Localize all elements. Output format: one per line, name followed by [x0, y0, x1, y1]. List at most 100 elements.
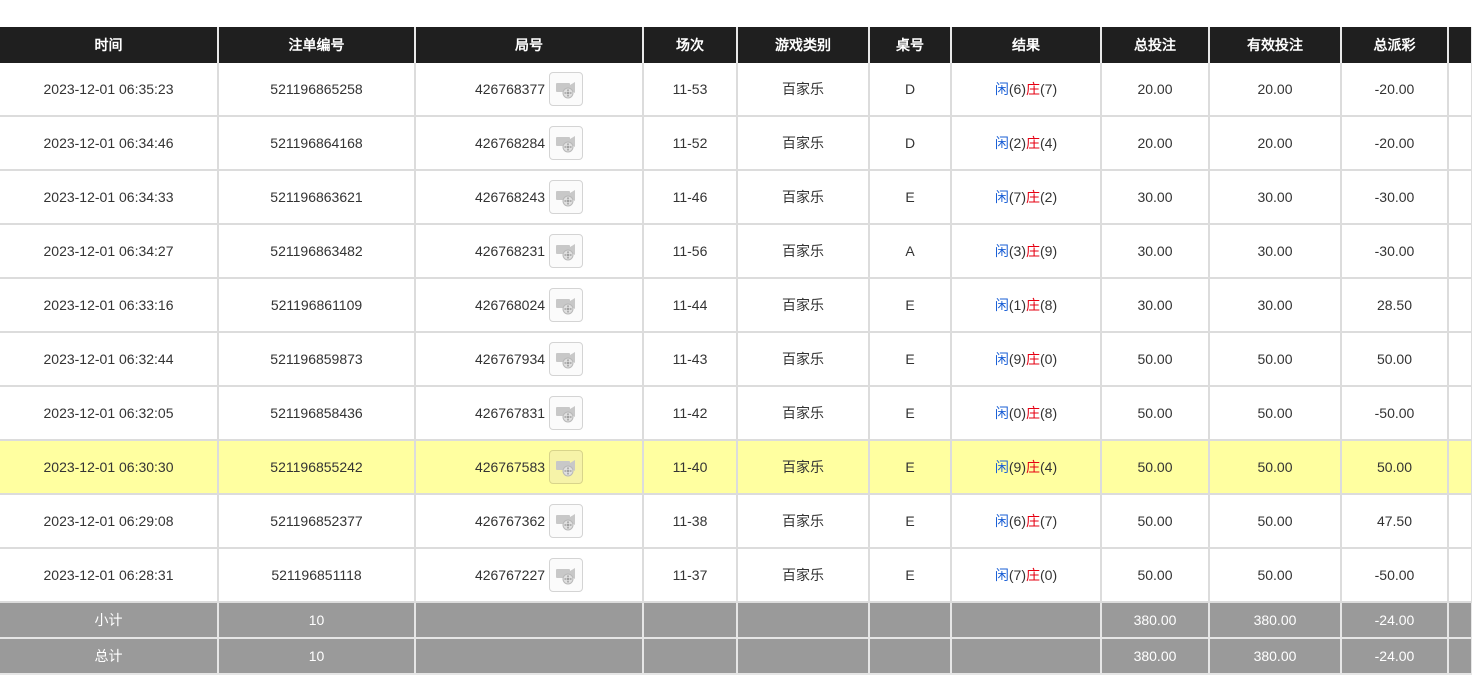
banker-label: 庄: [1026, 297, 1040, 313]
video-replay-icon[interactable]: [549, 450, 584, 484]
cell-payout: -50.00: [1341, 548, 1449, 603]
cell-game-no: 11-43: [643, 332, 738, 387]
cell-extra: [1448, 332, 1472, 387]
cell-bet-id: 521196864168: [218, 116, 416, 171]
cell-extra: [1448, 386, 1472, 441]
cell-payout: -30.00: [1341, 170, 1449, 225]
video-replay-icon[interactable]: [549, 504, 584, 538]
video-replay-icon[interactable]: [549, 180, 584, 214]
total-row: 总计 10 380.00 380.00 -24.00: [0, 638, 1472, 675]
video-replay-icon[interactable]: [549, 342, 584, 376]
cell-table: A: [869, 224, 952, 279]
cell-time: 2023-12-01 06:28:31: [0, 548, 219, 603]
player-label: 闲: [994, 459, 1009, 475]
cell-bet-id: 521196855242: [218, 440, 416, 495]
header-game-type: 游戏类别: [737, 27, 870, 63]
player-value: (1): [1008, 297, 1026, 313]
banker-label: 庄: [1026, 243, 1040, 259]
cell-game-no: 11-38: [643, 494, 738, 549]
cell-bet-id: 521196852377: [218, 494, 416, 549]
player-label: 闲: [994, 243, 1009, 259]
round-number: 426767227: [474, 567, 546, 583]
cell-time: 2023-12-01 06:30:30: [0, 440, 219, 495]
cell-table: E: [869, 332, 952, 387]
total-total-bet: 380.00: [1101, 638, 1210, 675]
banker-label: 庄: [1026, 81, 1040, 97]
cell-total-bet: 50.00: [1101, 548, 1210, 603]
cell-game-type: 百家乐: [737, 224, 870, 279]
cell-result: 闲(9)庄(4): [951, 440, 1102, 495]
banker-value: (8): [1040, 297, 1058, 313]
video-replay-icon[interactable]: [549, 396, 584, 430]
player-value: (7): [1008, 567, 1026, 583]
player-value: (6): [1008, 81, 1026, 97]
cell-round: 426767227: [415, 548, 644, 603]
cell-round: 426768377: [415, 63, 644, 117]
header-result: 结果: [951, 27, 1102, 63]
cell-extra: [1448, 548, 1472, 603]
cell-result: 闲(7)庄(0): [951, 548, 1102, 603]
banker-label: 庄: [1026, 567, 1040, 583]
cell-valid-bet: 50.00: [1209, 548, 1342, 603]
cell-table: D: [869, 116, 952, 171]
subtotal-total-bet: 380.00: [1101, 602, 1210, 639]
video-replay-icon[interactable]: [549, 126, 584, 160]
subtotal-label: 小计: [0, 602, 219, 639]
table-row: 2023-12-01 06:29:08 521196852377 426767362…: [0, 494, 1472, 549]
cell-valid-bet: 20.00: [1209, 63, 1342, 117]
cell-bet-id: 521196858436: [218, 386, 416, 441]
cell-result: 闲(9)庄(0): [951, 332, 1102, 387]
banker-label: 庄: [1026, 189, 1040, 205]
table-row: 2023-12-01 06:32:44 521196859873 426767934…: [0, 332, 1472, 387]
subtotal-row: 小计 10 380.00 380.00 -24.00: [0, 602, 1472, 639]
cell-bet-id: 521196863621: [218, 170, 416, 225]
round-number: 426768284: [474, 135, 546, 151]
banker-value: (0): [1040, 351, 1058, 367]
round-number: 426768377: [474, 81, 546, 97]
cell-game-no: 11-42: [643, 386, 738, 441]
video-replay-icon[interactable]: [549, 72, 584, 106]
table-row: 2023-12-01 06:28:31 521196851118 426767227…: [0, 548, 1472, 603]
cell-time: 2023-12-01 06:34:46: [0, 116, 219, 171]
video-replay-icon[interactable]: [549, 288, 584, 322]
round-number: 426768024: [474, 297, 546, 313]
cell-table: E: [869, 548, 952, 603]
cell-payout: -20.00: [1341, 63, 1449, 117]
cell-game-no: 11-46: [643, 170, 738, 225]
cell-result: 闲(6)庄(7): [951, 63, 1102, 117]
header-valid-bet: 有效投注: [1209, 27, 1342, 63]
cell-game-type: 百家乐: [737, 386, 870, 441]
player-value: (6): [1008, 513, 1026, 529]
cell-total-bet: 20.00: [1101, 116, 1210, 171]
cell-game-no: 11-44: [643, 278, 738, 333]
cell-game-type: 百家乐: [737, 170, 870, 225]
cell-round: 426768024: [415, 278, 644, 333]
cell-game-no: 11-56: [643, 224, 738, 279]
banker-value: (7): [1040, 513, 1058, 529]
player-value: (9): [1008, 351, 1026, 367]
cell-table: E: [869, 170, 952, 225]
round-number: 426768243: [474, 189, 546, 205]
cell-game-type: 百家乐: [737, 440, 870, 495]
header-extra: [1448, 27, 1472, 63]
cell-time: 2023-12-01 06:32:44: [0, 332, 219, 387]
cell-round: 426768243: [415, 170, 644, 225]
cell-valid-bet: 30.00: [1209, 170, 1342, 225]
cell-extra: [1448, 116, 1472, 171]
banker-label: 庄: [1026, 513, 1040, 529]
subtotal-payout: -24.00: [1341, 602, 1449, 639]
cell-time: 2023-12-01 06:34:33: [0, 170, 219, 225]
cell-total-bet: 20.00: [1101, 63, 1210, 117]
cell-result: 闲(0)庄(8): [951, 386, 1102, 441]
banker-value: (4): [1040, 135, 1058, 151]
video-replay-icon[interactable]: [549, 558, 584, 592]
video-replay-icon[interactable]: [549, 234, 584, 268]
banker-value: (2): [1040, 189, 1058, 205]
cell-game-type: 百家乐: [737, 494, 870, 549]
table-row: 2023-12-01 06:32:05 521196858436 426767831…: [0, 386, 1472, 441]
table-row: 2023-12-01 06:35:23 521196865258 426768377…: [0, 63, 1472, 117]
cell-bet-id: 521196861109: [218, 278, 416, 333]
cell-time: 2023-12-01 06:34:27: [0, 224, 219, 279]
cell-payout: 50.00: [1341, 440, 1449, 495]
player-label: 闲: [994, 81, 1009, 97]
